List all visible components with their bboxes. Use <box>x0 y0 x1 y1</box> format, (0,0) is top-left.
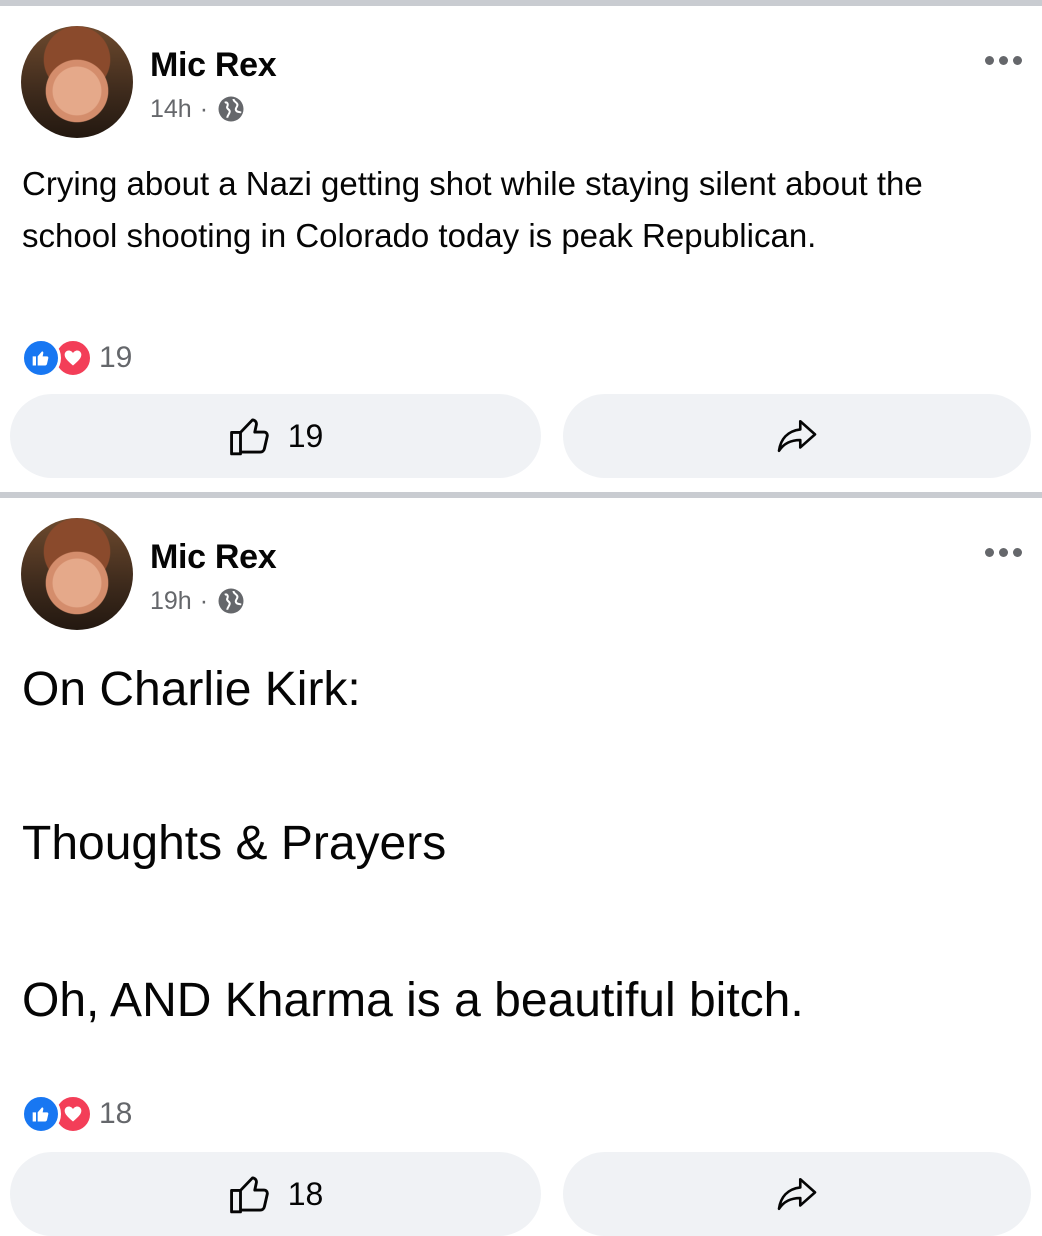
meta-separator: · <box>199 94 209 123</box>
share-arrow-icon <box>777 1177 817 1211</box>
post-meta: 19h · <box>150 586 246 616</box>
author-avatar[interactable] <box>21 518 133 630</box>
author-name[interactable]: Mic Rex <box>150 46 277 85</box>
post-meta: 14h · <box>150 94 246 124</box>
share-button[interactable] <box>563 394 1031 478</box>
post-line-1: On Charlie Kirk: <box>22 663 361 716</box>
reaction-count: 19 <box>99 341 133 374</box>
post-2: Mic Rex 19h · On Charlie Kirk: Thoughts … <box>0 498 1042 1236</box>
post-1: Mic Rex 14h · Crying about a Nazi gettin… <box>0 0 1042 492</box>
post-time[interactable]: 19h <box>150 587 192 616</box>
like-reaction-icon <box>21 338 61 378</box>
reaction-summary[interactable]: 18 <box>21 1094 132 1134</box>
like-count: 18 <box>287 1175 324 1212</box>
author-avatar[interactable] <box>21 26 133 138</box>
post-line-3: Oh, AND Kharma is a beautiful bitch. <box>22 974 804 1027</box>
globe-icon <box>218 96 244 122</box>
reaction-count: 18 <box>99 1097 133 1130</box>
like-reaction-icon <box>21 1094 61 1134</box>
share-button[interactable] <box>563 1152 1031 1236</box>
like-button[interactable]: 18 <box>10 1152 541 1236</box>
author-name[interactable]: Mic Rex <box>150 538 277 577</box>
share-arrow-icon <box>777 419 817 453</box>
like-button[interactable]: 19 <box>10 394 541 478</box>
reaction-summary[interactable]: 19 <box>21 338 132 378</box>
thumbs-up-icon <box>229 1176 269 1214</box>
thumbs-up-icon <box>229 418 269 456</box>
more-options-icon[interactable] <box>985 56 1022 65</box>
like-count: 19 <box>287 417 324 454</box>
post-time[interactable]: 14h <box>150 95 192 124</box>
globe-icon <box>218 588 244 614</box>
meta-separator: · <box>199 586 209 615</box>
post-line-2: Thoughts & Prayers <box>22 817 447 870</box>
more-options-icon[interactable] <box>985 548 1022 557</box>
post-text: Crying about a Nazi getting shot while s… <box>22 165 923 254</box>
